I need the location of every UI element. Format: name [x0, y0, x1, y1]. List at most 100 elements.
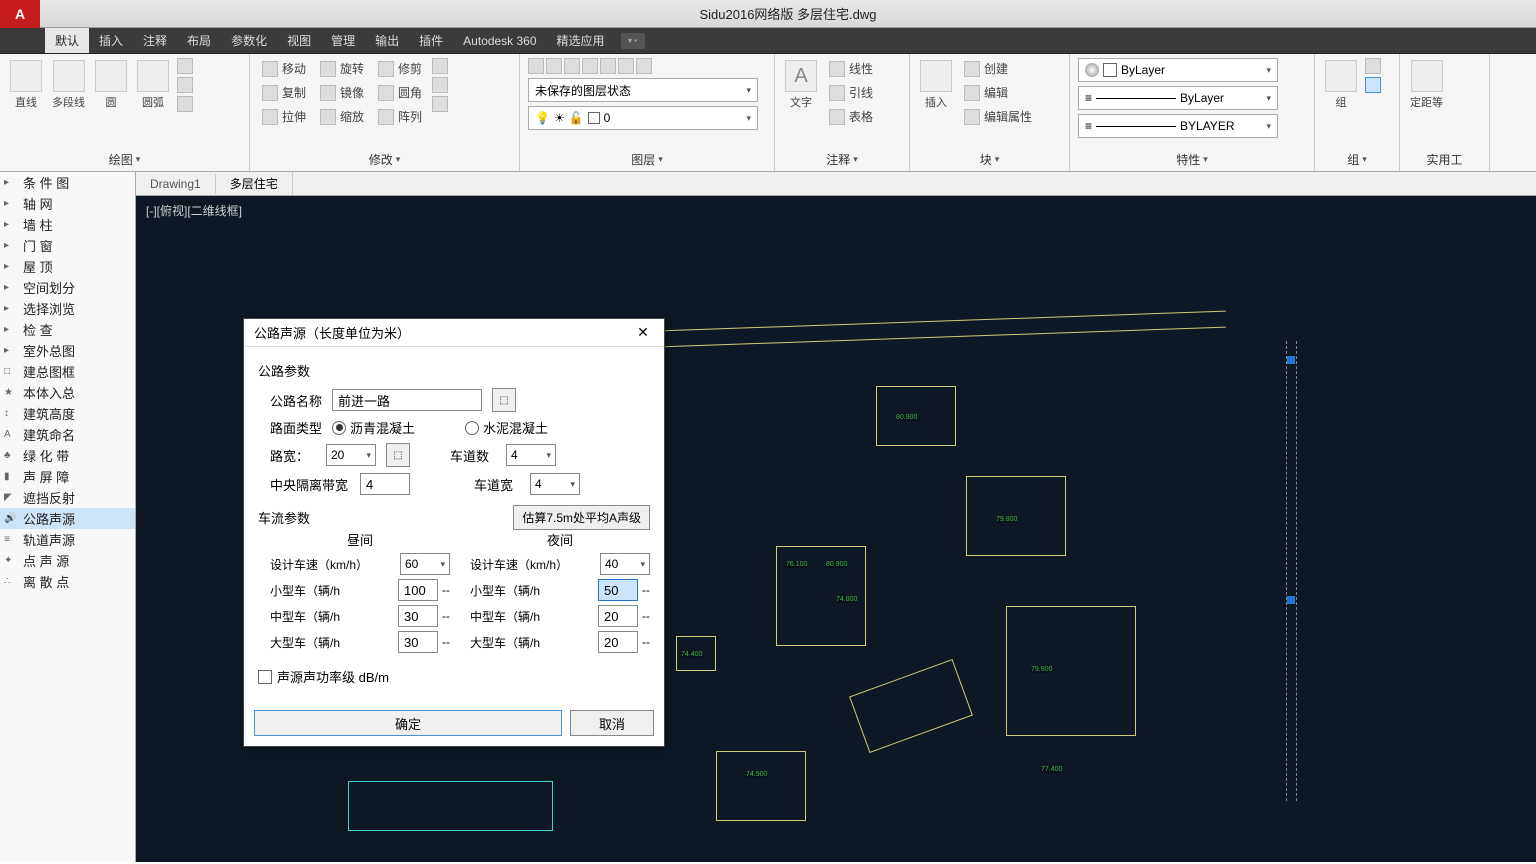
group-extra-1[interactable]: [1365, 58, 1381, 74]
power-level-checkbox[interactable]: 声源声功率级 dB/m: [258, 667, 650, 686]
sidebar-item-19[interactable]: ∴离 散 点: [0, 571, 135, 592]
menu-view[interactable]: 视图: [277, 28, 321, 53]
lineweight-dropdown[interactable]: ≡ByLayer▾: [1078, 86, 1278, 110]
sidebar-item-5[interactable]: ▸空间划分: [0, 277, 135, 298]
layer-btn-5[interactable]: [600, 58, 616, 74]
scale-button[interactable]: 缩放: [316, 106, 368, 127]
linear-button[interactable]: 线性: [825, 58, 877, 79]
modify-extra-3[interactable]: [432, 96, 448, 112]
lanewidth-select[interactable]: 4▾: [530, 473, 580, 495]
sidebar-item-8[interactable]: ▸室外总图: [0, 340, 135, 361]
array-button[interactable]: 阵列: [374, 106, 426, 127]
day-mid-input[interactable]: [398, 605, 438, 627]
measure-button[interactable]: 定距等: [1408, 58, 1445, 112]
sidebar-item-12[interactable]: A建筑命名: [0, 424, 135, 445]
menu-parametric[interactable]: 参数化: [221, 28, 277, 53]
menu-a360[interactable]: Autodesk 360: [453, 30, 546, 52]
day-speed-select[interactable]: 60▾: [400, 553, 450, 575]
layer-btn-4[interactable]: [582, 58, 598, 74]
estimate-button[interactable]: 估算7.5m处平均A声级: [513, 505, 650, 530]
sidebar-item-0[interactable]: ▸条 件 图: [0, 172, 135, 193]
grip-handle[interactable]: [1287, 596, 1295, 604]
day-big-input[interactable]: [398, 631, 438, 653]
line-button[interactable]: 直线: [8, 58, 44, 112]
cancel-button[interactable]: 取消: [570, 710, 654, 736]
menu-insert[interactable]: 插入: [89, 28, 133, 53]
menu-plugins[interactable]: 插件: [409, 28, 453, 53]
insert-button[interactable]: 插入: [918, 58, 954, 112]
sidebar-item-4[interactable]: ▸屋 顶: [0, 256, 135, 277]
color-dropdown[interactable]: ByLayer▾: [1078, 58, 1278, 82]
day-small-input[interactable]: [398, 579, 438, 601]
panel-props-label[interactable]: 特性 ▾: [1072, 149, 1312, 169]
panel-block-label[interactable]: 块 ▾: [912, 149, 1067, 169]
panel-modify-label[interactable]: 修改 ▾: [252, 149, 517, 169]
pick-width-icon[interactable]: ⬚: [386, 443, 410, 467]
radio-asphalt[interactable]: 沥青混凝土: [332, 418, 415, 437]
grip-handle[interactable]: [1287, 356, 1295, 364]
polyline-button[interactable]: 多段线: [50, 58, 87, 112]
sidebar-item-1[interactable]: ▸轴 网: [0, 193, 135, 214]
width-select[interactable]: 20▾: [326, 444, 376, 466]
editattr-button[interactable]: 编辑属性: [960, 106, 1036, 127]
radio-concrete[interactable]: 水泥混凝土: [465, 418, 548, 437]
menu-default[interactable]: 默认: [45, 28, 89, 53]
group-button[interactable]: 组: [1323, 58, 1359, 112]
modify-extra-2[interactable]: [432, 77, 448, 93]
roadname-input[interactable]: [332, 389, 482, 411]
layer-btn-1[interactable]: [528, 58, 544, 74]
sidebar-item-6[interactable]: ▸选择浏览: [0, 298, 135, 319]
draw-extra-2[interactable]: [177, 77, 193, 93]
tab-multistorey[interactable]: 多层住宅: [216, 172, 293, 195]
sidebar-item-18[interactable]: ✦点 声 源: [0, 550, 135, 571]
pick-road-icon[interactable]: ⬚: [492, 388, 516, 412]
app-logo[interactable]: A: [0, 0, 40, 28]
stretch-button[interactable]: 拉伸: [258, 106, 310, 127]
circle-button[interactable]: 圆: [93, 58, 129, 112]
layer-btn-6[interactable]: [618, 58, 634, 74]
table-button[interactable]: 表格: [825, 106, 877, 127]
menu-layout[interactable]: 布局: [177, 28, 221, 53]
text-button[interactable]: A文字: [783, 58, 819, 112]
layer-state-dropdown[interactable]: 未保存的图层状态▾: [528, 78, 758, 102]
sidebar-item-14[interactable]: ▮声 屏 障: [0, 466, 135, 487]
mirror-button[interactable]: 镜像: [316, 82, 368, 103]
layer-btn-7[interactable]: [636, 58, 652, 74]
menu-featured[interactable]: 精选应用: [547, 28, 615, 53]
panel-layer-label[interactable]: 图层 ▾: [522, 149, 772, 169]
layer-btn-3[interactable]: [564, 58, 580, 74]
median-input[interactable]: [360, 473, 410, 495]
modify-extra-1[interactable]: [432, 58, 448, 74]
panel-annot-label[interactable]: 注释 ▾: [777, 149, 907, 169]
rotate-button[interactable]: 旋转: [316, 58, 368, 79]
sidebar-item-2[interactable]: ▸墙 柱: [0, 214, 135, 235]
night-speed-select[interactable]: 40▾: [600, 553, 650, 575]
edit-button[interactable]: 编辑: [960, 82, 1036, 103]
menu-output[interactable]: 输出: [365, 28, 409, 53]
sidebar-item-13[interactable]: ♣绿 化 带: [0, 445, 135, 466]
group-extra-2[interactable]: [1365, 77, 1381, 93]
arc-button[interactable]: 圆弧: [135, 58, 171, 112]
sidebar-item-17[interactable]: ≡轨道声源: [0, 529, 135, 550]
draw-extra-3[interactable]: [177, 96, 193, 112]
sidebar-item-3[interactable]: ▸门 窗: [0, 235, 135, 256]
copy-button[interactable]: 复制: [258, 82, 310, 103]
night-big-input[interactable]: [598, 631, 638, 653]
create-button[interactable]: 创建: [960, 58, 1036, 79]
menu-overflow-icon[interactable]: ▾ •: [621, 33, 645, 49]
dialog-titlebar[interactable]: 公路声源（长度单位为米） ✕: [244, 319, 664, 347]
sidebar-item-7[interactable]: ▸检 查: [0, 319, 135, 340]
fillet-button[interactable]: 圆角: [374, 82, 426, 103]
viewport-label[interactable]: [-][俯视][二维线框]: [146, 202, 242, 219]
menu-annotate[interactable]: 注释: [133, 28, 177, 53]
tab-drawing1[interactable]: Drawing1: [136, 174, 216, 194]
sidebar-item-10[interactable]: ★本体入总: [0, 382, 135, 403]
layer-current-dropdown[interactable]: 💡 ☀ 🔓 0▾: [528, 106, 758, 130]
night-mid-input[interactable]: [598, 605, 638, 627]
layer-btn-2[interactable]: [546, 58, 562, 74]
ok-button[interactable]: 确定: [254, 710, 562, 736]
leader-button[interactable]: 引线: [825, 82, 877, 103]
close-icon[interactable]: ✕: [632, 322, 654, 344]
panel-draw-label[interactable]: 绘图 ▾: [2, 149, 247, 169]
night-small-input[interactable]: [598, 579, 638, 601]
